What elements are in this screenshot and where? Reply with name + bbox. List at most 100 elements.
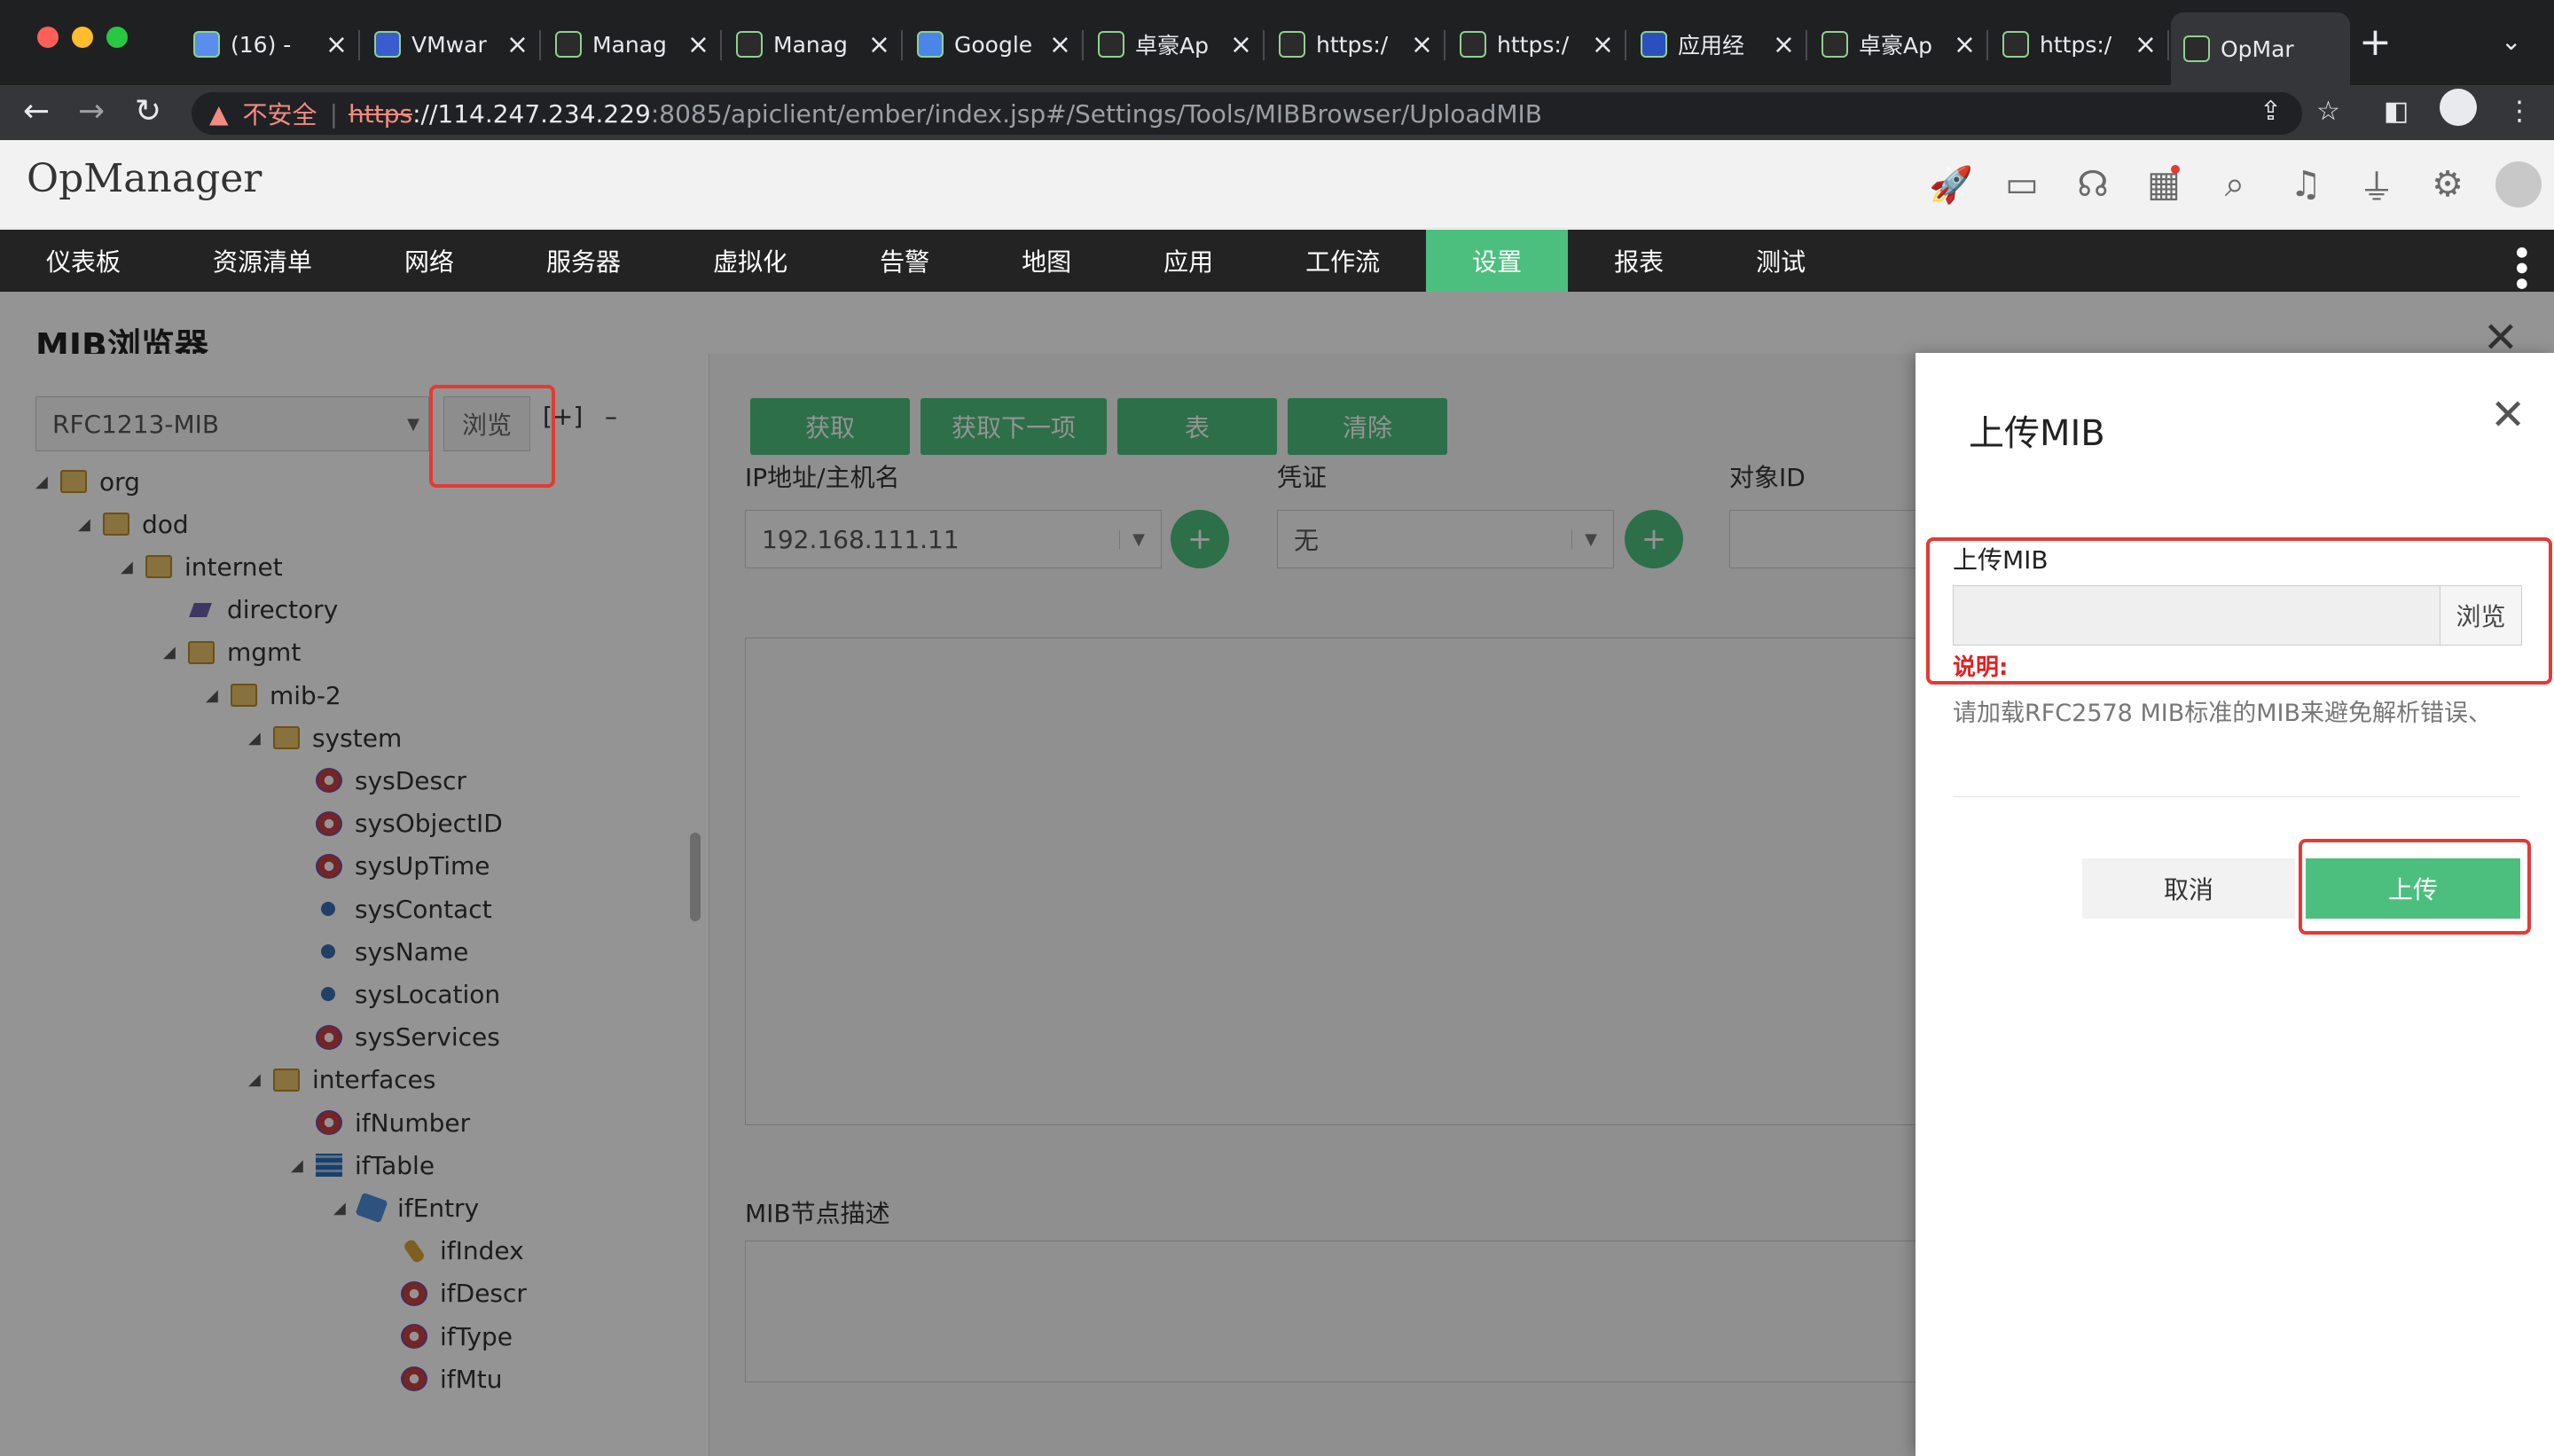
nav-item[interactable]: 网络 [358,230,500,292]
tab-title: 卓豪Ap [1859,33,1932,59]
nav-item[interactable]: 测试 [1710,230,1852,292]
sidebar-icon[interactable]: ◧ [2384,96,2409,127]
browser-tab[interactable]: Manag × [543,12,722,76]
app-icon [1641,31,1667,58]
browser-tab[interactable]: OpMar [2171,12,2350,85]
tab-title: Google [954,31,1033,58]
tab-title: 应用经 [1678,33,1745,59]
tab-close-icon[interactable]: × [325,29,348,60]
tab-title: https:/ [1316,31,1389,58]
tab-close-icon[interactable]: × [687,29,709,60]
url-host: ://114.247.234.229 [412,98,651,129]
url-scheme: https [349,98,413,129]
highlight-upload-button [2299,839,2531,935]
dialog-title: 上传MIB [1969,413,2105,454]
opmanager-icon [2183,35,2210,62]
opmanager-icon [1821,31,1848,58]
browser-tab[interactable]: Google × [905,12,1084,76]
browser-tab[interactable]: 卓豪Ap × [1085,12,1265,76]
highlight-upload-field [1926,537,2552,685]
browser-tab[interactable]: https:/ × [1990,12,2169,76]
warning-icon: ▲ [209,98,229,129]
vmware-icon [374,31,401,58]
back-arrow-icon[interactable]: ← [23,94,50,129]
tab-title: https:/ [2040,31,2112,58]
nav-item[interactable]: 仪表板 [0,230,167,292]
tab-close-icon[interactable]: × [1592,29,1614,60]
tab-title: Manag [773,31,848,58]
share-icon[interactable]: ⇪ [2260,96,2282,127]
browser-tab[interactable]: 应用经 × [1628,12,1807,76]
tab-close-icon[interactable]: × [2135,29,2157,60]
tab-close-icon[interactable]: × [1049,29,1071,60]
nav-item[interactable]: 地图 [975,230,1117,292]
tab-title: Manag [592,31,667,58]
browser-tab[interactable]: Manag × [724,12,903,76]
opmanager-icon [1460,31,1486,58]
tab-title: VMwar [411,31,487,58]
google-translate-icon [917,31,944,58]
tab-title: (16) - [231,31,292,58]
window-minimize-button[interactable] [72,27,93,48]
browser-tab[interactable]: VMwar × [362,12,541,76]
tab-search-icon[interactable]: ⌄ [2501,27,2521,56]
nav-item[interactable]: 报表 [1568,230,1710,292]
tab-close-icon[interactable]: × [1230,29,1252,60]
cancel-button[interactable]: 取消 [2082,858,2295,919]
window-zoom-button[interactable] [106,27,128,48]
bookmark-star-icon[interactable]: ☆ [2316,96,2340,127]
more-menu-icon[interactable]: ••• [2500,242,2541,289]
user-avatar-icon[interactable] [2495,161,2542,207]
opmanager-icon [2002,31,2029,58]
tab-close-icon[interactable]: × [1954,29,1976,60]
main-navigation: 仪表板 资源清单 网络 服务器 虚拟化 告警 地图 应用 工作流 设置 报表 测试 ••• [0,230,2554,292]
nav-item[interactable]: 虚拟化 [667,230,834,292]
browser-tab[interactable]: https:/ × [1447,12,1626,76]
app-header: OpManager 🚀 ▭ ☊ ▦ ⌕ ♫ ⏚ ⚙ [0,140,2554,229]
window-close-button[interactable] [37,27,59,48]
plug-icon[interactable]: ⏚ [2341,158,2412,211]
bell-icon[interactable]: ♫ [2270,158,2341,211]
highlight-browse [429,385,555,488]
tab-close-icon[interactable]: × [1411,29,1433,60]
reload-icon[interactable]: ↻ [135,94,161,129]
opmanager-icon [1098,31,1124,58]
opmanager-icon [736,31,763,58]
new-tab-button[interactable]: + [2359,20,2392,66]
monitor-icon[interactable]: ▭ [1986,158,2057,211]
browser-tab[interactable]: 卓豪Ap × [1809,12,1988,76]
nav-item[interactable]: 资源清单 [167,230,358,292]
browser-menu-icon[interactable]: ⋮ [2506,96,2533,127]
nav-item[interactable]: 设置 [1426,230,1569,292]
browser-profile-avatar[interactable] [2440,89,2477,126]
search-icon[interactable]: ⌕ [2199,158,2270,211]
close-icon[interactable]: ✕ [2490,394,2526,436]
nav-item[interactable]: 应用 [1117,230,1259,292]
gift-icon[interactable]: ▦ [2128,158,2199,211]
browser-tab[interactable]: (16) - × [181,12,360,76]
tab-close-icon[interactable]: × [1773,29,1795,60]
tab-close-icon[interactable]: × [868,29,890,60]
tab-title: OpMar [2221,35,2294,62]
nav-item[interactable]: 告警 [834,230,975,292]
forward-arrow-icon[interactable]: → [78,94,105,129]
address-bar: ← → ↻ ▲ 不安全 | https ://114.247.234.229 :… [0,85,2554,140]
tab-title: 卓豪Ap [1135,33,1209,59]
url-path: :8085/apiclient/ember/index.jsp#/Setting… [650,98,1542,129]
browser-tab[interactable]: https:/ × [1266,12,1445,76]
rocket-icon[interactable]: 🚀 [1916,158,1986,211]
gear-icon[interactable]: ⚙ [2412,158,2483,211]
note-text: 请加载RFC2578 MIB标准的MIB来避免解析错误、 [1953,700,2493,727]
home-icon [193,31,220,58]
nav-item[interactable]: 服务器 [500,230,667,292]
security-status: 不安全 [242,100,317,129]
browser-tab-bar: (16) - × VMwar × Manag × Manag × Google × 卓豪Ap × ht… [0,0,2554,85]
opmanager-icon [1279,31,1305,58]
nav-item[interactable]: 工作流 [1259,230,1426,292]
opmanager-icon [555,31,582,58]
headset-icon[interactable]: ☊ [2057,158,2128,211]
divider [1953,796,2520,797]
url-field[interactable]: ▲ 不安全 | https ://114.247.234.229 :8085/a… [192,92,2302,135]
tab-close-icon[interactable]: × [506,29,529,60]
app-logo[interactable]: OpManager [27,156,262,201]
